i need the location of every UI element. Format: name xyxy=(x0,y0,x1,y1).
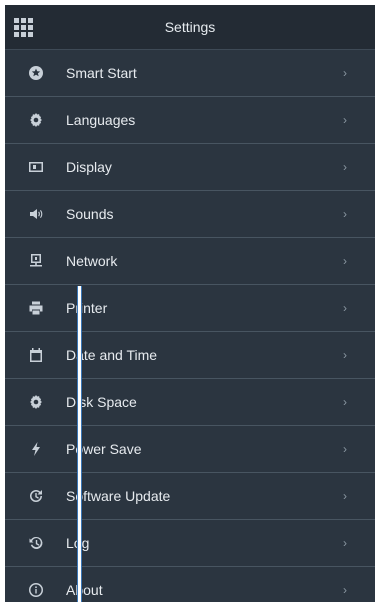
settings-item-smart-start[interactable]: Smart Start › xyxy=(5,50,375,97)
chevron-right-icon: › xyxy=(343,489,347,503)
header: Settings xyxy=(5,5,375,50)
settings-item-software-update[interactable]: Software Update › xyxy=(5,473,375,520)
gear-icon xyxy=(26,392,46,412)
calendar-icon xyxy=(26,345,46,365)
settings-item-label: Languages xyxy=(66,112,136,128)
smart-start-icon xyxy=(26,63,46,83)
settings-list: Smart Start › Languages › Display › Soun… xyxy=(5,50,375,602)
chevron-right-icon: › xyxy=(343,395,347,409)
settings-item-label: Smart Start xyxy=(66,65,137,81)
settings-item-languages[interactable]: Languages › xyxy=(5,97,375,144)
printer-icon xyxy=(26,298,46,318)
display-icon xyxy=(26,157,46,177)
chevron-right-icon: › xyxy=(343,254,347,268)
chevron-right-icon: › xyxy=(343,583,347,597)
settings-item-disk-space[interactable]: Disk Space › xyxy=(5,379,375,426)
chevron-right-icon: › xyxy=(343,442,347,456)
settings-item-date-and-time[interactable]: Date and Time › xyxy=(5,332,375,379)
settings-item-label: Log xyxy=(66,535,90,551)
speaker-icon xyxy=(26,204,46,224)
settings-item-label: Power Save xyxy=(66,441,142,457)
lightning-icon xyxy=(26,439,46,459)
chevron-right-icon: › xyxy=(343,348,347,362)
settings-item-label: Display xyxy=(66,159,112,175)
settings-item-label: Date and Time xyxy=(66,347,158,363)
settings-item-label: About xyxy=(66,582,103,598)
settings-item-label: Disk Space xyxy=(66,394,137,410)
info-icon xyxy=(26,580,46,600)
settings-item-power-save[interactable]: Power Save › xyxy=(5,426,375,473)
update-icon xyxy=(26,486,46,506)
settings-item-printer[interactable]: Printer › xyxy=(5,285,375,332)
chevron-right-icon: › xyxy=(343,113,347,127)
chevron-right-icon: › xyxy=(343,536,347,550)
settings-item-label: Printer xyxy=(66,300,108,316)
history-icon xyxy=(26,533,46,553)
settings-item-label: Sounds xyxy=(66,206,114,222)
settings-item-network[interactable]: Network › xyxy=(5,238,375,285)
settings-item-label: Network xyxy=(66,253,118,269)
chevron-right-icon: › xyxy=(343,207,347,221)
chevron-right-icon: › xyxy=(343,301,347,315)
settings-item-sounds[interactable]: Sounds › xyxy=(5,191,375,238)
page-title: Settings xyxy=(164,19,216,35)
settings-item-label: Software Update xyxy=(66,488,171,504)
chevron-right-icon: › xyxy=(343,66,347,80)
settings-item-display[interactable]: Display › xyxy=(5,144,375,191)
gear-icon xyxy=(26,110,46,130)
chevron-right-icon: › xyxy=(343,160,347,174)
settings-item-about[interactable]: About › xyxy=(5,567,375,602)
settings-item-log[interactable]: Log › xyxy=(5,520,375,567)
settings-screen: Settings Smart Start › Languages › Displ… xyxy=(5,5,375,602)
network-icon xyxy=(26,251,46,271)
